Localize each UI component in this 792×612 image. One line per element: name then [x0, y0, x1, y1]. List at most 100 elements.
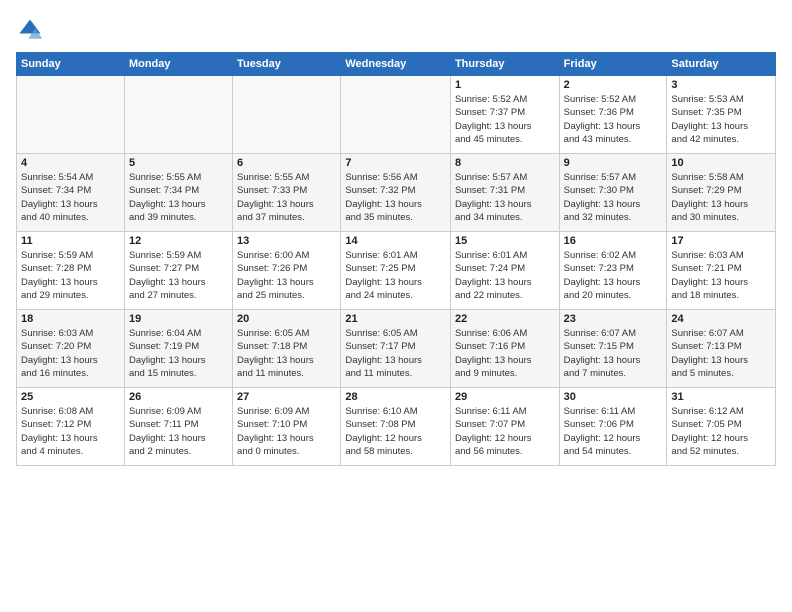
day-number: 16 — [564, 235, 663, 247]
day-number: 30 — [564, 391, 663, 403]
day-number: 8 — [455, 157, 555, 169]
calendar-cell: 25 Sunrise: 6:08 AM Sunset: 7:12 PM Dayli… — [17, 388, 125, 466]
calendar-cell: 17 Sunrise: 6:03 AM Sunset: 7:21 PM Dayli… — [667, 232, 776, 310]
logo-icon — [16, 16, 44, 44]
calendar-cell — [124, 76, 232, 154]
calendar-cell — [17, 76, 125, 154]
day-info: Sunrise: 6:05 AM Sunset: 7:18 PM Dayligh… — [237, 327, 336, 380]
calendar-table: SundayMondayTuesdayWednesdayThursdayFrid… — [16, 52, 776, 466]
day-info: Sunrise: 5:53 AM Sunset: 7:35 PM Dayligh… — [671, 93, 771, 146]
calendar-cell — [341, 76, 451, 154]
day-info: Sunrise: 5:56 AM Sunset: 7:32 PM Dayligh… — [345, 171, 446, 224]
day-number: 22 — [455, 313, 555, 325]
calendar-cell: 28 Sunrise: 6:10 AM Sunset: 7:08 PM Dayli… — [341, 388, 451, 466]
day-number: 28 — [345, 391, 446, 403]
calendar-header-sunday: Sunday — [17, 53, 125, 76]
calendar-header-thursday: Thursday — [450, 53, 559, 76]
day-number: 23 — [564, 313, 663, 325]
day-info: Sunrise: 5:52 AM Sunset: 7:37 PM Dayligh… — [455, 93, 555, 146]
day-number: 13 — [237, 235, 336, 247]
calendar-header-tuesday: Tuesday — [233, 53, 341, 76]
day-number: 26 — [129, 391, 228, 403]
day-number: 6 — [237, 157, 336, 169]
day-info: Sunrise: 6:04 AM Sunset: 7:19 PM Dayligh… — [129, 327, 228, 380]
calendar-cell: 1 Sunrise: 5:52 AM Sunset: 7:37 PM Daylig… — [450, 76, 559, 154]
calendar-cell: 22 Sunrise: 6:06 AM Sunset: 7:16 PM Dayli… — [450, 310, 559, 388]
day-info: Sunrise: 6:11 AM Sunset: 7:06 PM Dayligh… — [564, 405, 663, 458]
calendar-week-2: 4 Sunrise: 5:54 AM Sunset: 7:34 PM Daylig… — [17, 154, 776, 232]
day-number: 24 — [671, 313, 771, 325]
day-info: Sunrise: 6:12 AM Sunset: 7:05 PM Dayligh… — [671, 405, 771, 458]
day-info: Sunrise: 6:08 AM Sunset: 7:12 PM Dayligh… — [21, 405, 120, 458]
calendar-cell — [233, 76, 341, 154]
day-number: 17 — [671, 235, 771, 247]
day-info: Sunrise: 6:03 AM Sunset: 7:20 PM Dayligh… — [21, 327, 120, 380]
day-number: 2 — [564, 79, 663, 91]
calendar-cell: 31 Sunrise: 6:12 AM Sunset: 7:05 PM Dayli… — [667, 388, 776, 466]
calendar-cell: 23Sunrise: 6:07 AM Sunset: 7:15 PM Dayli… — [559, 310, 667, 388]
day-info: Sunrise: 6:05 AM Sunset: 7:17 PM Dayligh… — [345, 327, 446, 380]
day-info: Sunrise: 6:03 AM Sunset: 7:21 PM Dayligh… — [671, 249, 771, 302]
calendar-cell: 30 Sunrise: 6:11 AM Sunset: 7:06 PM Dayli… — [559, 388, 667, 466]
day-number: 4 — [21, 157, 120, 169]
calendar-cell: 26 Sunrise: 6:09 AM Sunset: 7:11 PM Dayli… — [124, 388, 232, 466]
calendar-cell: 18 Sunrise: 6:03 AM Sunset: 7:20 PM Dayli… — [17, 310, 125, 388]
calendar-cell: 15 Sunrise: 6:01 AM Sunset: 7:24 PM Dayli… — [450, 232, 559, 310]
day-info: Sunrise: 5:55 AM Sunset: 7:34 PM Dayligh… — [129, 171, 228, 224]
calendar-cell: 19 Sunrise: 6:04 AM Sunset: 7:19 PM Dayli… — [124, 310, 232, 388]
day-info: Sunrise: 6:02 AM Sunset: 7:23 PM Dayligh… — [564, 249, 663, 302]
day-number: 15 — [455, 235, 555, 247]
day-number: 9 — [564, 157, 663, 169]
calendar-cell: 2 Sunrise: 5:52 AM Sunset: 7:36 PM Daylig… — [559, 76, 667, 154]
day-number: 7 — [345, 157, 446, 169]
calendar-header-wednesday: Wednesday — [341, 53, 451, 76]
day-info: Sunrise: 5:59 AM Sunset: 7:27 PM Dayligh… — [129, 249, 228, 302]
calendar-cell: 16 Sunrise: 6:02 AM Sunset: 7:23 PM Dayli… — [559, 232, 667, 310]
calendar-cell: 20 Sunrise: 6:05 AM Sunset: 7:18 PM Dayli… — [233, 310, 341, 388]
calendar-cell: 12 Sunrise: 5:59 AM Sunset: 7:27 PM Dayli… — [124, 232, 232, 310]
day-info: Sunrise: 6:09 AM Sunset: 7:10 PM Dayligh… — [237, 405, 336, 458]
calendar-header-saturday: Saturday — [667, 53, 776, 76]
day-number: 3 — [671, 79, 771, 91]
calendar-cell: 9 Sunrise: 5:57 AM Sunset: 7:30 PM Daylig… — [559, 154, 667, 232]
day-info: Sunrise: 6:10 AM Sunset: 7:08 PM Dayligh… — [345, 405, 446, 458]
day-number: 14 — [345, 235, 446, 247]
day-info: Sunrise: 5:57 AM Sunset: 7:31 PM Dayligh… — [455, 171, 555, 224]
calendar-cell: 7 Sunrise: 5:56 AM Sunset: 7:32 PM Daylig… — [341, 154, 451, 232]
calendar-cell: 29Sunrise: 6:11 AM Sunset: 7:07 PM Dayli… — [450, 388, 559, 466]
calendar-cell: 6 Sunrise: 5:55 AM Sunset: 7:33 PM Daylig… — [233, 154, 341, 232]
day-info: Sunrise: 5:55 AM Sunset: 7:33 PM Dayligh… — [237, 171, 336, 224]
calendar-week-5: 25 Sunrise: 6:08 AM Sunset: 7:12 PM Dayli… — [17, 388, 776, 466]
calendar-cell: 8 Sunrise: 5:57 AM Sunset: 7:31 PM Daylig… — [450, 154, 559, 232]
calendar-cell: 11Sunrise: 5:59 AM Sunset: 7:28 PM Dayli… — [17, 232, 125, 310]
day-number: 10 — [671, 157, 771, 169]
day-number: 20 — [237, 313, 336, 325]
calendar-week-1: 1 Sunrise: 5:52 AM Sunset: 7:37 PM Daylig… — [17, 76, 776, 154]
logo — [16, 16, 48, 44]
day-number: 19 — [129, 313, 228, 325]
calendar-week-3: 11Sunrise: 5:59 AM Sunset: 7:28 PM Dayli… — [17, 232, 776, 310]
day-info: Sunrise: 5:58 AM Sunset: 7:29 PM Dayligh… — [671, 171, 771, 224]
day-number: 1 — [455, 79, 555, 91]
day-number: 12 — [129, 235, 228, 247]
day-number: 11 — [21, 235, 120, 247]
calendar-cell: 21Sunrise: 6:05 AM Sunset: 7:17 PM Dayli… — [341, 310, 451, 388]
calendar-cell: 24Sunrise: 6:07 AM Sunset: 7:13 PM Dayli… — [667, 310, 776, 388]
calendar-cell: 5 Sunrise: 5:55 AM Sunset: 7:34 PM Daylig… — [124, 154, 232, 232]
day-info: Sunrise: 5:52 AM Sunset: 7:36 PM Dayligh… — [564, 93, 663, 146]
calendar-cell: 10 Sunrise: 5:58 AM Sunset: 7:29 PM Dayli… — [667, 154, 776, 232]
day-info: Sunrise: 6:01 AM Sunset: 7:24 PM Dayligh… — [455, 249, 555, 302]
header — [16, 16, 776, 44]
day-info: Sunrise: 6:09 AM Sunset: 7:11 PM Dayligh… — [129, 405, 228, 458]
day-number: 25 — [21, 391, 120, 403]
day-number: 5 — [129, 157, 228, 169]
day-number: 27 — [237, 391, 336, 403]
day-info: Sunrise: 5:54 AM Sunset: 7:34 PM Dayligh… — [21, 171, 120, 224]
day-number: 18 — [21, 313, 120, 325]
day-info: Sunrise: 6:06 AM Sunset: 7:16 PM Dayligh… — [455, 327, 555, 380]
day-number: 29 — [455, 391, 555, 403]
day-number: 31 — [671, 391, 771, 403]
day-info: Sunrise: 5:57 AM Sunset: 7:30 PM Dayligh… — [564, 171, 663, 224]
calendar-cell: 3 Sunrise: 5:53 AM Sunset: 7:35 PM Daylig… — [667, 76, 776, 154]
day-info: Sunrise: 6:00 AM Sunset: 7:26 PM Dayligh… — [237, 249, 336, 302]
